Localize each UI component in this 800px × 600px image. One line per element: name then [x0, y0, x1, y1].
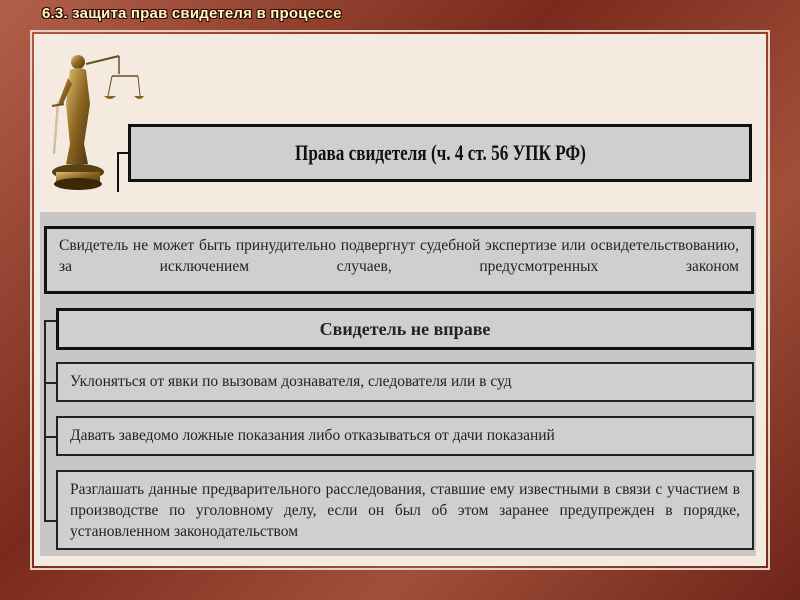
item-text: Давать заведомо ложные показания либо от…	[70, 427, 555, 444]
connector-line	[44, 320, 56, 522]
connector-line	[44, 436, 56, 438]
not-entitled-item-3: Разглашать данные предварительного рассл…	[56, 470, 754, 550]
item-text: Уклоняться от явки по вызовам дознавател…	[70, 373, 512, 390]
not-entitled-item-2: Давать заведомо ложные показания либо от…	[56, 416, 754, 456]
expertise-box: Свидетель не может быть принудительно по…	[44, 226, 754, 294]
slide-title: 6.3. защита прав свидетеля в процессе	[42, 5, 342, 22]
not-entitled-title: Свидетель не вправе	[319, 318, 491, 339]
not-entitled-title-box: Свидетель не вправе	[56, 308, 754, 350]
not-entitled-item-1: Уклоняться от явки по вызовам дознавател…	[56, 362, 754, 402]
connector-line	[44, 520, 56, 522]
rights-header-box: Права свидетеля (ч. 4 ст. 56 УПК РФ)	[128, 124, 752, 182]
connector-line	[117, 152, 128, 192]
rights-header-text: Права свидетеля (ч. 4 ст. 56 УПК РФ)	[294, 140, 586, 165]
item-text: Разглашать данные предварительного рассл…	[70, 481, 740, 540]
connector-line	[44, 382, 56, 384]
expertise-text: Свидетель не может быть принудительно по…	[59, 237, 739, 275]
